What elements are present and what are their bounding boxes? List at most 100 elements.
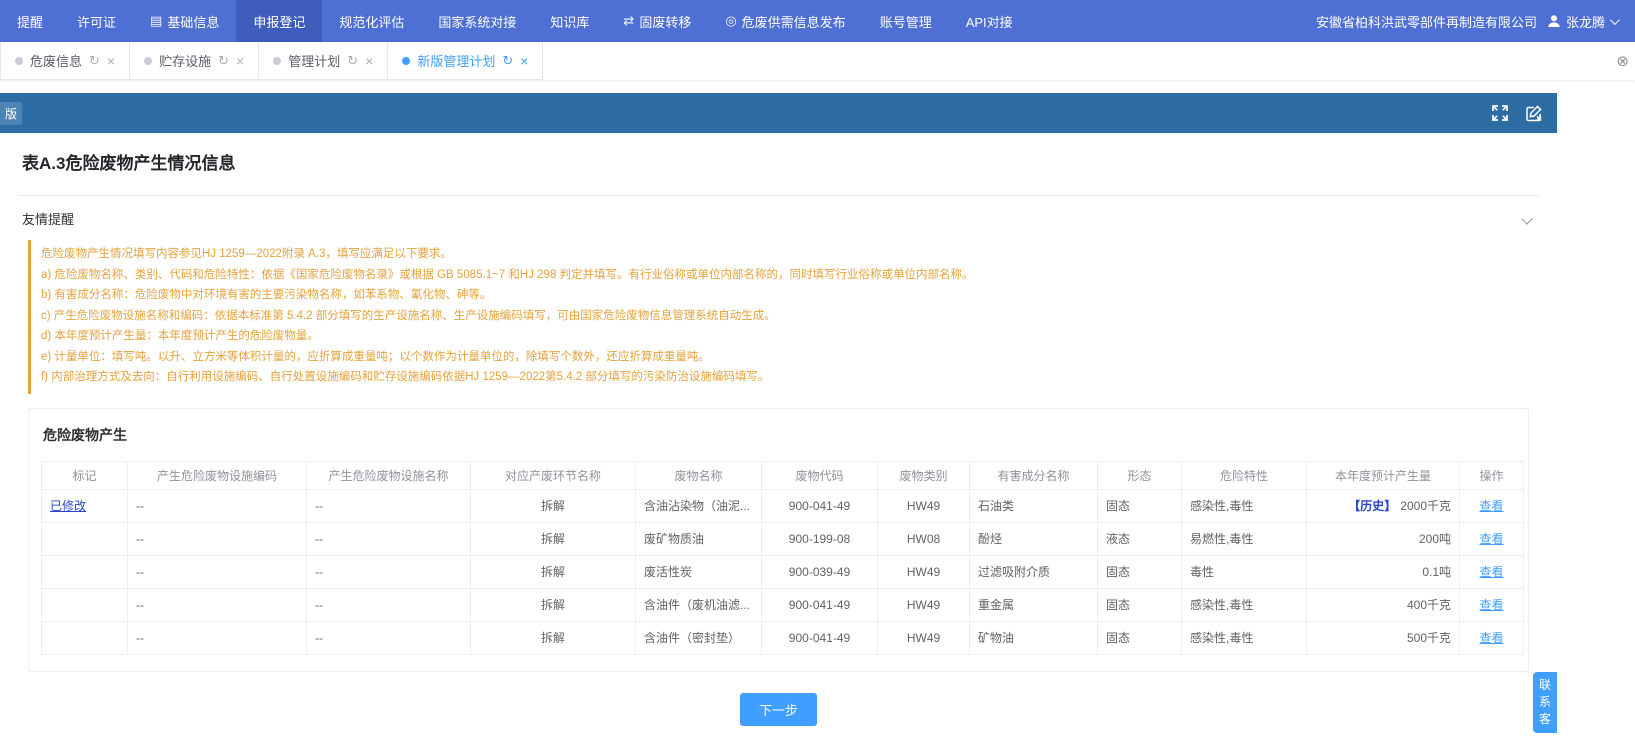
nav-item-knowledge-base[interactable]: 知识库 bbox=[533, 0, 606, 42]
user-icon bbox=[1547, 14, 1561, 28]
nav-item-label: 危废供需信息发布 bbox=[742, 12, 846, 31]
nav-item-reminder[interactable]: 提醒 bbox=[0, 0, 60, 42]
tab-storage-facility[interactable]: 贮存设施↻× bbox=[130, 42, 259, 80]
fullscreen-icon[interactable] bbox=[1491, 104, 1509, 122]
reminder-line: a) 危险废物名称、类别、代码和危险特性：依据《国家危险废物名录》或根据 GB … bbox=[41, 265, 1530, 286]
cell-waste_name: 废矿物质油 bbox=[636, 522, 762, 555]
cell-hazard: 感染性,毒性 bbox=[1182, 588, 1307, 621]
reminder-header: 友情提醒 bbox=[0, 196, 1557, 236]
cell-waste_name: 含油沾染物（油泥... bbox=[636, 489, 762, 522]
column-header: 废物代码 bbox=[762, 461, 878, 489]
collapse-chevron-icon[interactable] bbox=[1521, 213, 1532, 224]
cell-waste_name: 含油件（废机油滤... bbox=[636, 588, 762, 621]
cell-waste_code: 900-041-49 bbox=[762, 489, 878, 522]
cell-facility_code: -- bbox=[128, 588, 307, 621]
view-link[interactable]: 查看 bbox=[1479, 532, 1503, 546]
company-name: 安徽省柏科洪武零部件再制造有限公司 bbox=[1316, 12, 1537, 31]
chevron-down-icon bbox=[1610, 15, 1620, 25]
close-icon[interactable]: × bbox=[236, 53, 244, 69]
table-row: 已修改----拆解含油沾染物（油泥...900-041-49HW49石油类固态感… bbox=[42, 489, 1524, 522]
nav-item-declare-register[interactable]: 申报登记 bbox=[236, 0, 322, 42]
close-icon[interactable]: × bbox=[107, 53, 115, 69]
cell-waste_category: HW08 bbox=[878, 522, 970, 555]
cell-facility_code: -- bbox=[128, 522, 307, 555]
cell-facility_code: -- bbox=[128, 555, 307, 588]
refresh-icon[interactable]: ↻ bbox=[218, 53, 229, 69]
cell-mark bbox=[42, 588, 128, 621]
next-step-button[interactable]: 下一步 bbox=[740, 693, 817, 726]
edit-cancel-icon[interactable] bbox=[1525, 104, 1543, 122]
qty-value: 0.1吨 bbox=[1422, 565, 1451, 579]
nav-item-national-system-link[interactable]: 国家系统对接 bbox=[421, 0, 533, 42]
cell-stage: 拆解 bbox=[471, 489, 636, 522]
cell-waste_code: 900-199-08 bbox=[762, 522, 878, 555]
contact-char: 联 bbox=[1533, 677, 1557, 694]
close-icon[interactable]: × bbox=[520, 53, 528, 69]
contact-service-button[interactable]: 联 系 客 bbox=[1533, 672, 1557, 733]
tab-corner-icon[interactable]: ⊗ bbox=[1616, 42, 1629, 80]
basic-info-icon: ▤ bbox=[150, 13, 162, 29]
nav-item-solid-waste-transfer[interactable]: ⇄ 固废转移 bbox=[606, 0, 708, 42]
user-menu[interactable]: 张龙腾 bbox=[1547, 12, 1617, 31]
modified-link[interactable]: 已修改 bbox=[50, 499, 86, 513]
transfer-icon: ⇄ bbox=[623, 13, 634, 29]
nav-item-label: 申报登记 bbox=[253, 12, 305, 31]
contact-char: 客 bbox=[1533, 711, 1557, 728]
cell-stage: 拆解 bbox=[471, 522, 636, 555]
nav-item-label: 固废转移 bbox=[639, 12, 691, 31]
refresh-icon[interactable]: ↻ bbox=[89, 53, 100, 69]
view-link[interactable]: 查看 bbox=[1479, 565, 1503, 579]
nav-item-standard-eval[interactable]: 规范化评估 bbox=[322, 0, 421, 42]
view-link[interactable]: 查看 bbox=[1479, 598, 1503, 612]
column-header: 产生危险废物设施编码 bbox=[128, 461, 307, 489]
cell-harmful_component: 过滤吸附介质 bbox=[970, 555, 1098, 588]
reminder-line: b) 有害成分名称：危险废物中对环境有害的主要污染物名称，如苯系物、氰化物、砷等… bbox=[41, 285, 1530, 306]
cell-qty: 200吨 bbox=[1307, 522, 1460, 555]
contact-char: 系 bbox=[1533, 694, 1557, 711]
cell-form: 液态 bbox=[1098, 522, 1182, 555]
cell-waste_code: 900-039-49 bbox=[762, 555, 878, 588]
version-chip[interactable]: 版 bbox=[0, 102, 22, 125]
cell-form: 固态 bbox=[1098, 555, 1182, 588]
tab-label: 危废信息 bbox=[30, 51, 82, 70]
cell-action: 查看 bbox=[1460, 489, 1524, 522]
top-navigation: 提醒许可证▤基础信息申报登记 规范化评估国家系统对接知识库 ⇄ 固废转移 ◎危废供需信息… bbox=[0, 0, 1635, 42]
nav-item-label: 提醒 bbox=[17, 12, 43, 31]
cell-mark bbox=[42, 621, 128, 654]
nav-item-basic-info[interactable]: ▤基础信息 bbox=[133, 0, 236, 42]
cell-waste_code: 900-041-49 bbox=[762, 588, 878, 621]
cell-mark bbox=[42, 555, 128, 588]
waste-table: 标记产生危险废物设施编码产生危险废物设施名称对应产废环节名称废物名称废物代码废物… bbox=[41, 461, 1524, 655]
reminder-line: 危险废物产生情况填写内容参见HJ 1259—2022附录 A.3，填写应满足以下… bbox=[41, 244, 1530, 265]
tab-manage-plan[interactable]: 管理计划↻× bbox=[259, 42, 388, 80]
column-header: 操作 bbox=[1460, 461, 1524, 489]
cell-harmful_component: 酚烃 bbox=[970, 522, 1098, 555]
reminder-line: f) 内部治理方式及去向：自行利用设施编码、自行处置设施编码和贮存设施编码依据H… bbox=[41, 367, 1530, 388]
nav-item-license[interactable]: 许可证 bbox=[60, 0, 133, 42]
history-link[interactable]: 【历史】 bbox=[1348, 499, 1396, 513]
refresh-icon[interactable]: ↻ bbox=[347, 53, 358, 69]
qty-value: 500千克 bbox=[1407, 631, 1451, 645]
column-header: 废物类别 bbox=[878, 461, 970, 489]
nav-item-account-manage[interactable]: 账号管理 bbox=[863, 0, 949, 42]
nav-item-label: 知识库 bbox=[550, 12, 589, 31]
nav-menu: 提醒许可证▤基础信息申报登记 规范化评估国家系统对接知识库 ⇄ 固废转移 ◎危废供需信息… bbox=[0, 0, 1030, 42]
refresh-icon[interactable]: ↻ bbox=[502, 53, 513, 69]
cell-waste_category: HW49 bbox=[878, 588, 970, 621]
cell-waste_code: 900-041-49 bbox=[762, 621, 878, 654]
tab-new-manage-plan[interactable]: 新版管理计划↻× bbox=[388, 42, 543, 80]
cell-qty: 【历史】2000千克 bbox=[1307, 489, 1460, 522]
view-link[interactable]: 查看 bbox=[1479, 499, 1503, 513]
cell-stage: 拆解 bbox=[471, 588, 636, 621]
cell-hazard: 毒性 bbox=[1182, 555, 1307, 588]
cell-stage: 拆解 bbox=[471, 555, 636, 588]
cell-action: 查看 bbox=[1460, 621, 1524, 654]
view-link[interactable]: 查看 bbox=[1479, 631, 1503, 645]
nav-item-supply-demand-publish[interactable]: ◎危废供需信息发布 bbox=[708, 0, 862, 42]
cell-qty: 400千克 bbox=[1307, 588, 1460, 621]
nav-item-label: 规范化评估 bbox=[339, 12, 404, 31]
tab-waste-info[interactable]: 危废信息 ↻ × bbox=[0, 42, 130, 80]
qty-value: 400千克 bbox=[1407, 598, 1451, 612]
close-icon[interactable]: × bbox=[365, 53, 373, 69]
nav-item-api-link[interactable]: API对接 bbox=[949, 0, 1030, 42]
